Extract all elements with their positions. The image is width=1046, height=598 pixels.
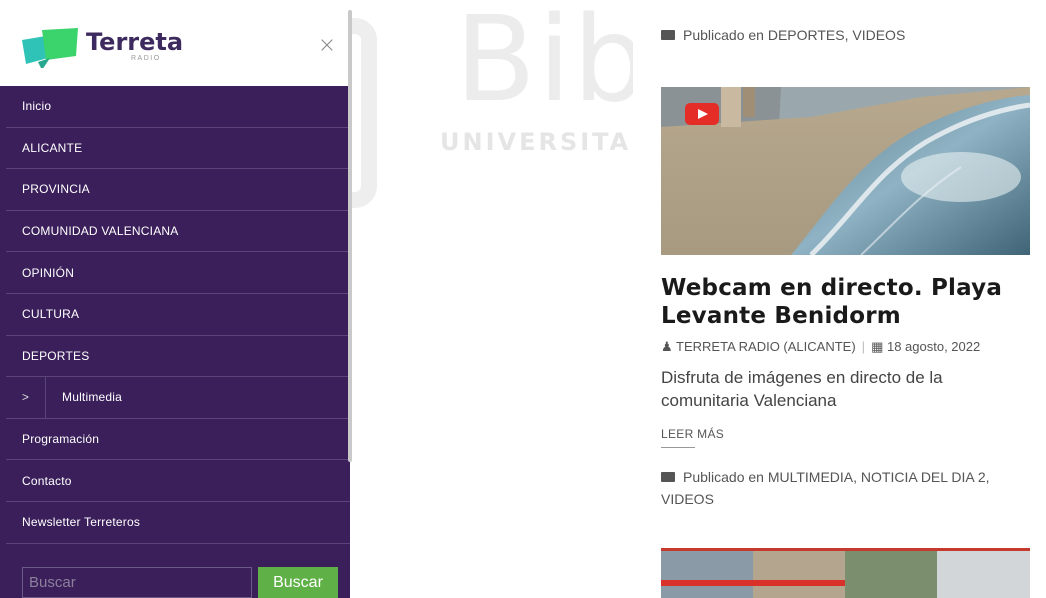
post-list: Publicado en DEPORTES, VIDEOS Webcam en …	[633, 0, 1046, 598]
drawer-header: Terreta RADIO ×	[0, 0, 350, 86]
chevron-right-icon[interactable]: >	[6, 377, 46, 418]
menu-item-inicio[interactable]: Inicio	[6, 86, 350, 128]
logo-icon[interactable]	[20, 28, 80, 73]
read-more-link[interactable]: LEER MÁS	[661, 427, 724, 448]
play-icon[interactable]	[685, 103, 719, 125]
calendar-icon: ▦	[871, 339, 884, 354]
post-category-bottom: Publicado en MULTIMEDIA, NOTICIA DEL DIA…	[661, 466, 1021, 510]
menu-item-programacion[interactable]: Programación	[6, 419, 350, 461]
drawer-scrollbar[interactable]	[348, 10, 352, 462]
side-drawer: Terreta RADIO × Inicio ALICANTE PROVINCI…	[0, 0, 350, 598]
menu-item-multimedia-label[interactable]: Multimedia	[46, 390, 122, 404]
menu-item-comunidad-valenciana[interactable]: COMUNIDAD VALENCIANA	[6, 211, 350, 253]
post-author[interactable]: TERRETA RADIO (ALICANTE)	[676, 339, 856, 354]
logo-text[interactable]: Terreta	[86, 28, 183, 56]
menu-item-deportes[interactable]: DEPORTES	[6, 336, 350, 378]
webcam-grid-image	[661, 548, 1030, 598]
folder-icon	[661, 472, 675, 482]
post-category-top: Publicado en DEPORTES, VIDEOS	[661, 24, 1021, 46]
post-title[interactable]: Webcam en directo. Playa Levante Benidor…	[661, 274, 1030, 330]
menu-item-newsletter[interactable]: Newsletter Terreteros	[6, 502, 350, 544]
post-date: 18 agosto, 2022	[886, 339, 981, 354]
search-input[interactable]	[22, 567, 252, 598]
post-category-text[interactable]: Publicado en DEPORTES, VIDEOS	[683, 27, 905, 43]
menu-item-contacto[interactable]: Contacto	[6, 460, 350, 502]
drawer-menu: Inicio ALICANTE PROVINCIA COMUNIDAD VALE…	[6, 86, 350, 544]
next-post-thumbnail[interactable]	[661, 548, 1030, 598]
search-button[interactable]: Buscar	[258, 567, 338, 598]
post-excerpt: Disfruta de imágenes en directo de la co…	[661, 368, 943, 410]
post-category-text[interactable]: Publicado en MULTIMEDIA, NOTICIA DEL DIA…	[661, 469, 990, 507]
post-byline: ♟ TERRETA RADIO (ALICANTE) | ▦ 18 agosto, …	[661, 339, 980, 355]
menu-item-alicante[interactable]: ALICANTE	[6, 128, 350, 170]
drawer-search: Buscar	[22, 567, 342, 598]
close-icon[interactable]: ×	[316, 35, 338, 57]
byline-separator: |	[861, 339, 866, 354]
menu-item-multimedia: > Multimedia	[6, 377, 350, 419]
menu-item-cultura[interactable]: CULTURA	[6, 294, 350, 336]
folder-icon	[661, 30, 675, 40]
menu-item-provincia[interactable]: PROVINCIA	[6, 169, 350, 211]
user-icon: ♟	[661, 339, 673, 354]
post-thumbnail[interactable]	[661, 87, 1030, 255]
menu-item-opinion[interactable]: OPINIÓN	[6, 252, 350, 294]
logo-subtitle: RADIO	[131, 55, 161, 62]
